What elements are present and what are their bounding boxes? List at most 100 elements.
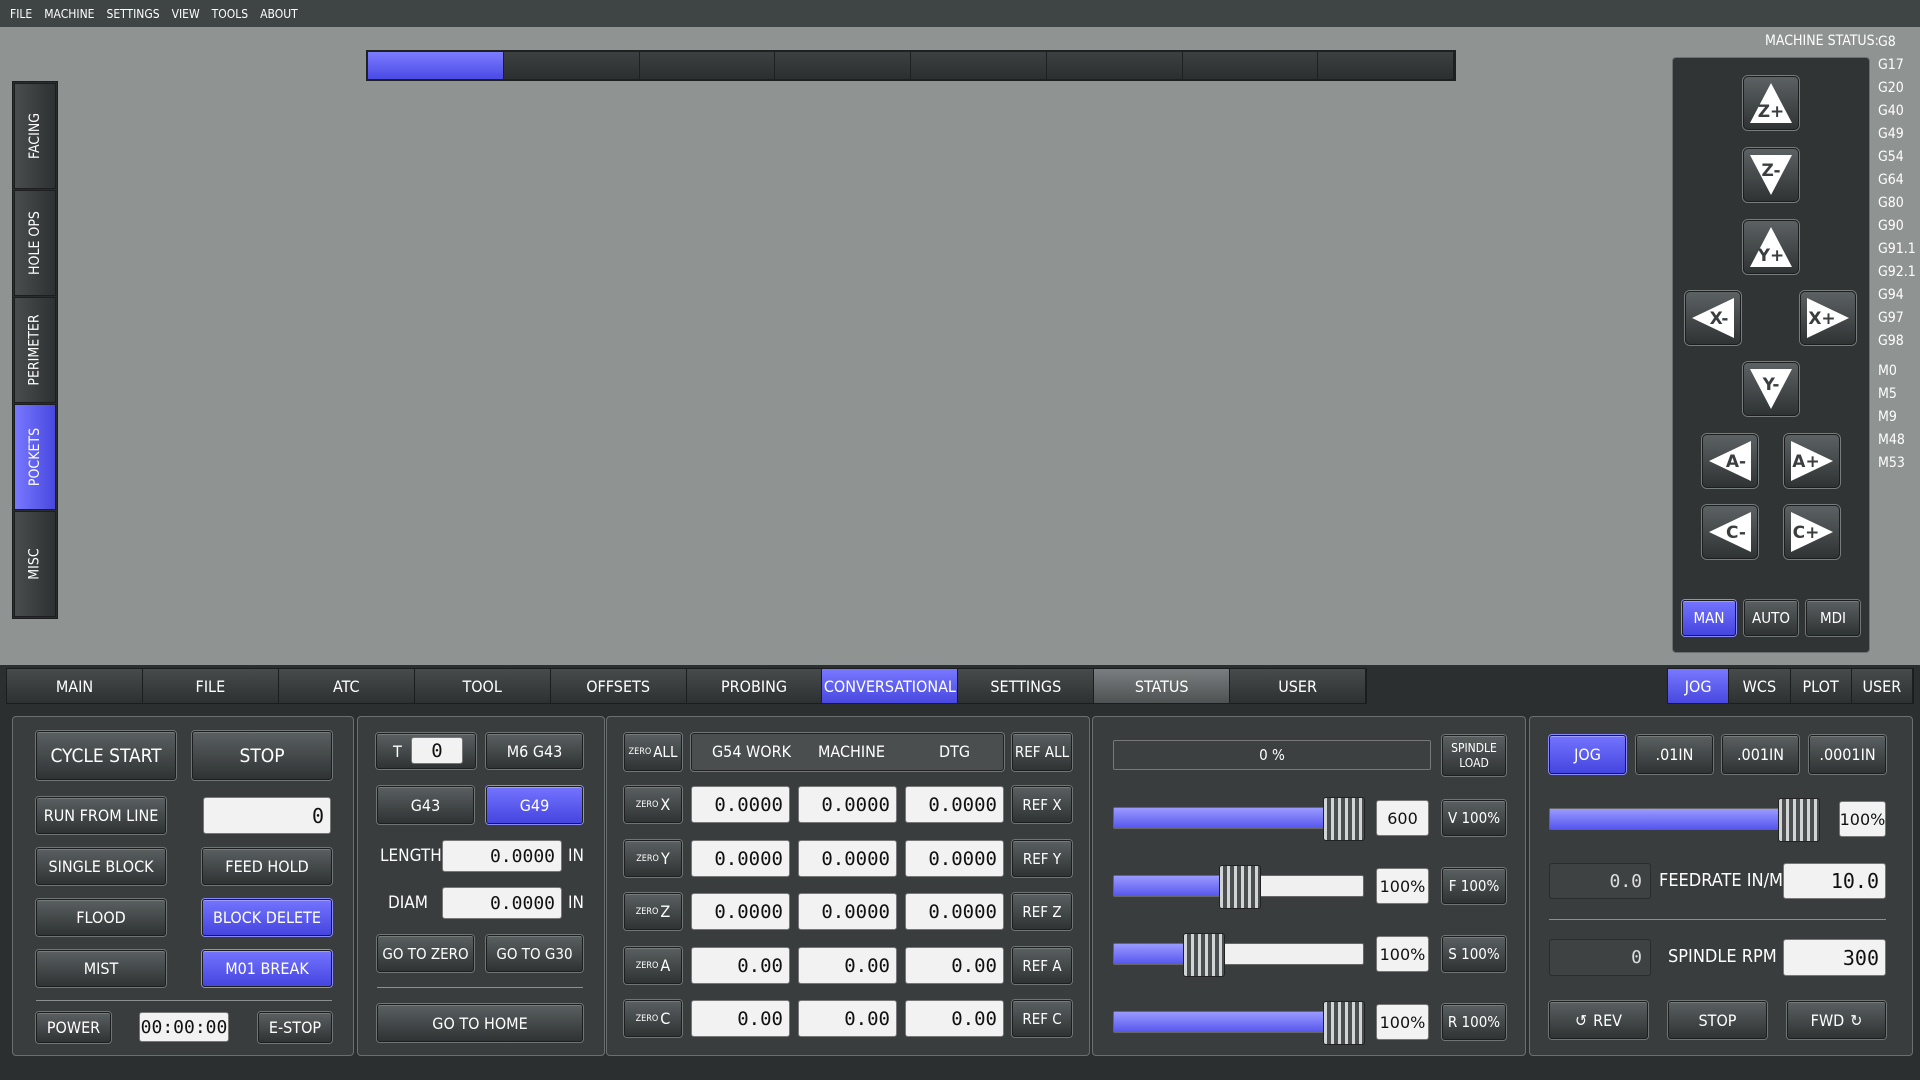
go-to-zero-button[interactable]: GO TO ZERO (377, 935, 474, 972)
slider-handle[interactable] (1219, 865, 1261, 909)
spindle-override-slider[interactable] (1113, 933, 1364, 977)
m6-g43-button[interactable]: M6 G43 (486, 733, 583, 769)
dro-z-dtg[interactable]: 0.0000 (905, 893, 1004, 930)
rapid-override-slider[interactable] (1113, 797, 1365, 841)
feed-override-reset-button[interactable]: F 100% (1442, 868, 1506, 904)
cycle-start-button[interactable]: CYCLE START (36, 731, 176, 780)
jog-a-plus-button[interactable]: A+ (1784, 434, 1840, 488)
spindle-reverse-button[interactable]: ↺ REV (1549, 1001, 1648, 1039)
ref-x-button[interactable]: REF X (1012, 786, 1072, 823)
g49-button[interactable]: G49 (486, 786, 583, 824)
jog-x-minus-button[interactable]: X- (1685, 291, 1741, 345)
stop-button[interactable]: STOP (192, 731, 332, 780)
main-tab-main[interactable]: MAIN (7, 669, 143, 703)
right-tab-jog[interactable]: JOG (1668, 669, 1730, 703)
flood-button[interactable]: FLOOD (36, 899, 166, 936)
run-from-line-input[interactable]: 0 (203, 797, 331, 834)
menu-tools[interactable]: TOOLS (212, 7, 248, 21)
ref-z-button[interactable]: REF Z (1012, 893, 1072, 930)
zero-z-button[interactable]: ZERO Z (624, 893, 682, 930)
side-tab-pockets[interactable]: POCKETS (14, 404, 56, 510)
right-tab-plot[interactable]: PLOT (1790, 669, 1852, 703)
estop-button[interactable]: E-STOP (258, 1012, 332, 1043)
max-velocity-override-reset-button[interactable]: R 100% (1442, 1004, 1506, 1040)
tool-number-input[interactable]: 0 (411, 737, 463, 764)
slider-handle[interactable] (1183, 933, 1225, 977)
mode-auto-button[interactable]: AUTO (1744, 600, 1798, 636)
block-delete-button[interactable]: BLOCK DELETE (202, 899, 332, 936)
menu-about[interactable]: ABOUT (260, 7, 298, 21)
ref-a-button[interactable]: REF A (1012, 947, 1072, 984)
zero-all-button[interactable]: ZERO ALL (624, 733, 682, 771)
dro-y-dtg[interactable]: 0.0000 (905, 840, 1004, 877)
slider-handle[interactable] (1323, 797, 1365, 841)
dro-y-work[interactable]: 0.0000 (691, 840, 790, 877)
main-tab-offsets[interactable]: OFFSETS (550, 669, 687, 703)
jog-z-minus-button[interactable]: Z- (1743, 148, 1799, 202)
spindle-load-button[interactable]: SPINDLE LOAD (1442, 735, 1506, 776)
main-tab-file[interactable]: FILE (142, 669, 279, 703)
mode-man-button[interactable]: MAN (1682, 600, 1736, 636)
power-button[interactable]: POWER (36, 1012, 111, 1043)
dro-z-work[interactable]: 0.0000 (691, 893, 790, 930)
run-from-line-button[interactable]: RUN FROM LINE (36, 797, 166, 834)
main-tab-probing[interactable]: PROBING (686, 669, 823, 703)
ref-c-button[interactable]: REF C (1012, 1000, 1072, 1037)
dro-a-machine[interactable]: 0.00 (798, 947, 897, 984)
jog-rate-slider-handle[interactable] (1778, 798, 1820, 842)
menu-machine[interactable]: MACHINE (44, 7, 94, 21)
dro-a-dtg[interactable]: 0.00 (905, 947, 1004, 984)
slider-handle[interactable] (1323, 1001, 1365, 1045)
single-block-button[interactable]: SINGLE BLOCK (36, 848, 166, 885)
main-tab-user[interactable]: USER (1230, 669, 1367, 703)
jog-z-plus-button[interactable]: Z+ (1743, 76, 1799, 130)
spindle-stop-button[interactable]: STOP (1668, 1001, 1767, 1039)
side-tab-misc[interactable]: MISC (14, 511, 56, 617)
feed-override-slider[interactable] (1113, 865, 1364, 909)
jog-increment-0001-button[interactable]: .0001IN (1809, 735, 1886, 774)
ref-all-button[interactable]: REF ALL (1012, 733, 1072, 771)
jog-rate-slider[interactable] (1549, 798, 1820, 842)
zero-c-button[interactable]: ZERO C (624, 1000, 682, 1037)
dro-x-work[interactable]: 0.0000 (691, 786, 790, 823)
main-tab-conversational[interactable]: CONVERSATIONAL (822, 669, 959, 703)
dro-x-dtg[interactable]: 0.0000 (905, 786, 1004, 823)
main-tab-tool[interactable]: TOOL (414, 669, 551, 703)
jog-continuous-button[interactable]: JOG (1549, 735, 1626, 774)
jog-x-plus-button[interactable]: X+ (1800, 291, 1856, 345)
ref-y-button[interactable]: REF Y (1012, 840, 1072, 877)
dro-c-machine[interactable]: 0.00 (798, 1000, 897, 1037)
go-to-home-button[interactable]: GO TO HOME (377, 1004, 583, 1042)
dro-x-machine[interactable]: 0.0000 (798, 786, 897, 823)
menu-view[interactable]: VIEW (172, 7, 200, 21)
mode-mdi-button[interactable]: MDI (1806, 600, 1860, 636)
dro-c-work[interactable]: 0.00 (691, 1000, 790, 1037)
side-tab-facing[interactable]: FACING (14, 83, 56, 189)
rapid-override-reset-button[interactable]: V 100% (1442, 800, 1506, 836)
jog-y-minus-button[interactable]: Y- (1743, 362, 1799, 416)
main-tab-settings[interactable]: SETTINGS (958, 669, 1095, 703)
dro-a-work[interactable]: 0.00 (691, 947, 790, 984)
g43-button[interactable]: G43 (377, 786, 474, 824)
spindle-forward-button[interactable]: FWD ↻ (1787, 1001, 1886, 1039)
jog-y-plus-button[interactable]: Y+ (1743, 220, 1799, 274)
spindle-override-reset-button[interactable]: S 100% (1442, 936, 1506, 972)
mist-button[interactable]: MIST (36, 950, 166, 987)
go-to-g30-button[interactable]: GO TO G30 (486, 935, 583, 972)
max-velocity-override-slider[interactable] (1113, 1001, 1365, 1045)
feed-hold-button[interactable]: FEED HOLD (202, 848, 332, 885)
tool-length-input[interactable]: 0.0000 (442, 840, 562, 872)
jog-a-minus-button[interactable]: A- (1702, 434, 1758, 488)
right-tab-user[interactable]: USER (1851, 669, 1913, 703)
zero-y-button[interactable]: ZERO Y (624, 840, 682, 877)
dro-y-machine[interactable]: 0.0000 (798, 840, 897, 877)
menu-settings[interactable]: SETTINGS (106, 7, 159, 21)
spindle-rpm-set-input[interactable]: 300 (1783, 939, 1886, 976)
zero-x-button[interactable]: ZERO X (624, 786, 682, 823)
m01-break-button[interactable]: M01 BREAK (202, 950, 332, 987)
feedrate-set-input[interactable]: 10.0 (1783, 863, 1886, 899)
main-tab-atc[interactable]: ATC (278, 669, 415, 703)
tool-diam-input[interactable]: 0.0000 (442, 887, 562, 919)
right-tab-wcs[interactable]: WCS (1729, 669, 1791, 703)
jog-c-minus-button[interactable]: C- (1702, 505, 1758, 559)
